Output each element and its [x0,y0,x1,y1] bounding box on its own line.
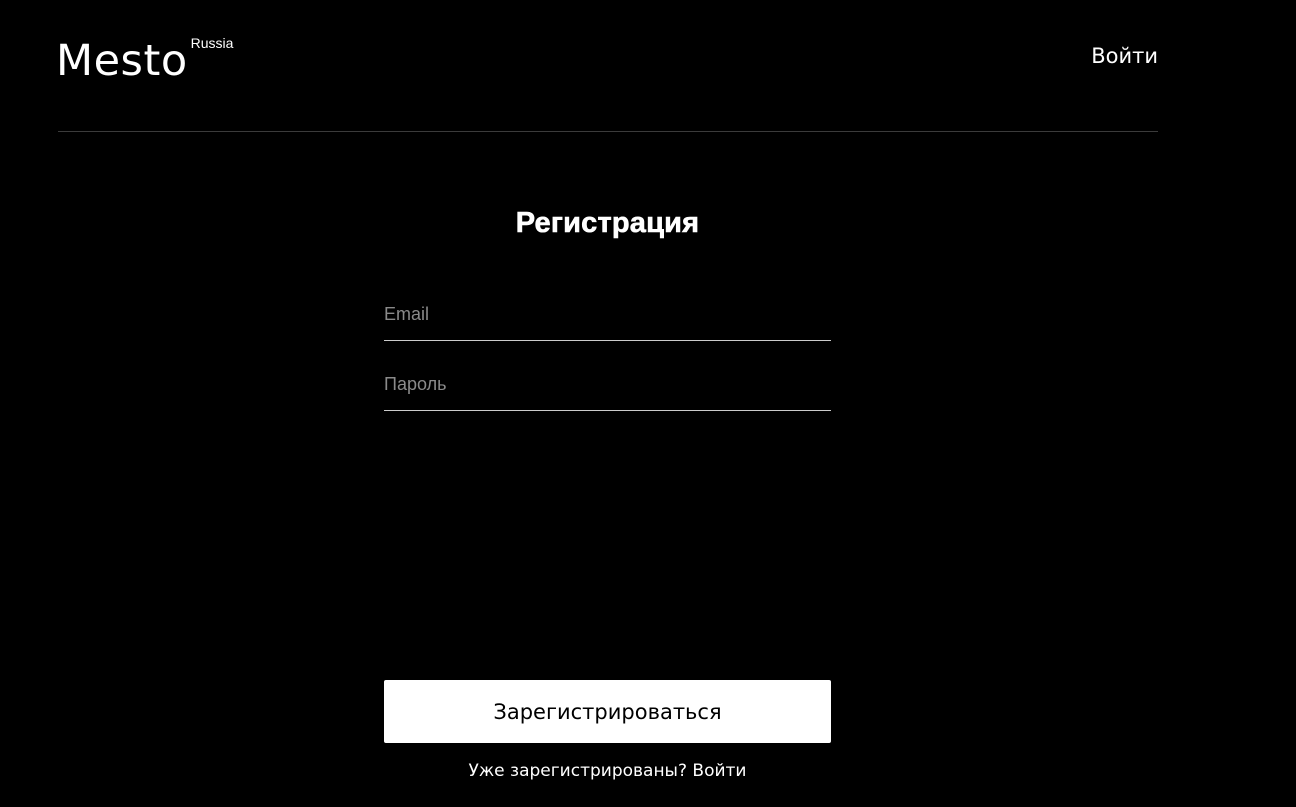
page-title: Регистрация [515,207,700,240]
register-form: Регистрация [384,204,831,411]
header: Mesto Russia Войти [56,0,1158,132]
signin-hint-text: Уже зарегистрированы? [468,761,688,781]
logo-text: Mesto [56,36,188,86]
email-field[interactable] [384,296,831,341]
logo: Mesto Russia [56,35,234,86]
signin-link[interactable]: Войти [692,761,746,781]
header-login-link[interactable]: Войти [1091,44,1158,68]
signin-hint: Уже зарегистрированы? Войти [384,760,831,782]
register-button[interactable]: Зарегистрироваться [384,680,831,743]
page: Mesto Russia Войти Регистрация Зарегистр… [0,0,1296,807]
password-field[interactable] [384,366,831,411]
logo-superscript: Russia [190,35,234,51]
